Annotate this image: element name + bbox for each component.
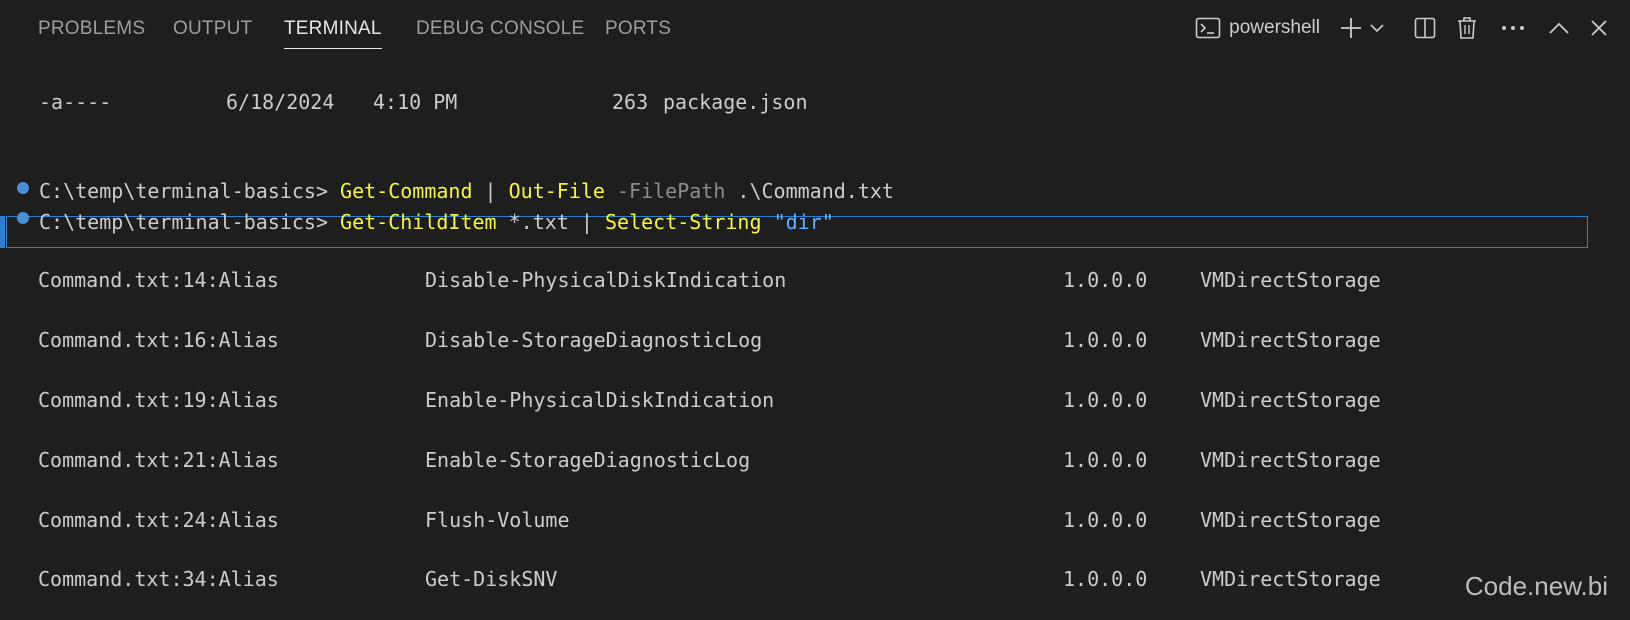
- result-name: Disable-PhysicalDiskIndication: [425, 268, 787, 292]
- trash-icon: [1457, 16, 1477, 40]
- chevron-down-icon: [1370, 23, 1384, 33]
- result-module: VMDirectStorage: [1200, 328, 1381, 352]
- tab-output[interactable]: OUTPUT: [173, 14, 252, 44]
- command-decoration-dot[interactable]: [17, 182, 29, 194]
- result-match: Command.txt:14:Alias: [38, 268, 279, 292]
- cmdlet-token: Get-ChildItem: [340, 210, 497, 234]
- result-match: Command.txt:24:Alias: [38, 508, 279, 532]
- prompt-text: C:\temp\terminal-basics>: [39, 179, 328, 203]
- watermark-text: Code.new.bi: [1464, 571, 1608, 601]
- tab-terminal-label: TERMINAL: [284, 18, 382, 39]
- argument-token: *.txt: [508, 210, 569, 234]
- cmdlet-token: Out-File: [508, 179, 605, 203]
- result-name: Enable-PhysicalDiskIndication: [425, 388, 775, 412]
- result-match: Command.txt:21:Alias: [38, 448, 279, 472]
- split-icon: [1414, 17, 1436, 39]
- result-module: VMDirectStorage: [1200, 508, 1381, 532]
- result-match: Command.txt:34:Alias: [38, 567, 279, 591]
- tab-ports[interactable]: PORTS: [605, 14, 671, 44]
- kill-terminal-button[interactable]: [1446, 10, 1488, 46]
- terminal-profile-selector[interactable]: powershell: [1195, 10, 1338, 46]
- result-version: 1.0.0.0: [1063, 508, 1148, 532]
- maximize-panel-button[interactable]: [1538, 10, 1580, 46]
- result-name: Flush-Volume: [425, 508, 570, 532]
- listing-mode: -a----: [39, 90, 112, 114]
- more-actions-button[interactable]: [1488, 10, 1538, 46]
- prompt-text: C:\temp\terminal-basics>: [39, 210, 328, 234]
- result-version: 1.0.0.0: [1063, 448, 1148, 472]
- plus-icon: [1340, 17, 1362, 39]
- string-token: "dir": [773, 210, 834, 234]
- tab-terminal[interactable]: TERMINAL: [284, 14, 382, 49]
- listing-name: package.json: [663, 90, 808, 114]
- result-version: 1.0.0.0: [1063, 268, 1148, 292]
- result-name: Get-DiskSNV: [425, 567, 558, 591]
- result-module: VMDirectStorage: [1200, 567, 1381, 591]
- panel-tab-bar: PROBLEMS OUTPUT TERMINAL DEBUG CONSOLE P…: [0, 0, 1630, 56]
- split-terminal-button[interactable]: [1404, 10, 1446, 46]
- result-version: 1.0.0.0: [1063, 388, 1148, 412]
- cmdlet-token: Get-Command: [340, 179, 473, 203]
- terminal-shell-icon: [1195, 17, 1221, 39]
- result-module: VMDirectStorage: [1200, 388, 1381, 412]
- panel-actions: powershell: [1195, 10, 1618, 46]
- command-line: C:\temp\terminal-basics> Get-ChildItem *…: [39, 209, 834, 235]
- cmdlet-token: Select-String: [604, 210, 762, 234]
- close-panel-button[interactable]: [1580, 10, 1618, 46]
- result-module: VMDirectStorage: [1200, 268, 1381, 292]
- active-tab-indicator: [284, 48, 382, 49]
- terminal-output[interactable]: -a---- 6/18/2024 4:10 PM 263 package.jso…: [0, 56, 1630, 620]
- pipe-token: |: [484, 179, 497, 203]
- result-module: VMDirectStorage: [1200, 448, 1381, 472]
- argument-token: .\Command.txt: [737, 179, 894, 203]
- selected-command-bar: [0, 216, 5, 248]
- listing-date: 6/18/2024: [226, 90, 335, 114]
- parameter-token: -FilePath: [617, 179, 726, 203]
- tab-debug-console[interactable]: DEBUG CONSOLE: [416, 14, 584, 44]
- tab-problems[interactable]: PROBLEMS: [38, 14, 145, 44]
- result-name: Disable-StorageDiagnosticLog: [425, 328, 763, 352]
- listing-time: 4:10 PM: [373, 90, 458, 114]
- result-match: Command.txt:16:Alias: [38, 328, 279, 352]
- new-terminal-button[interactable]: [1338, 10, 1364, 46]
- result-version: 1.0.0.0: [1063, 567, 1148, 591]
- terminal-panel: PROBLEMS OUTPUT TERMINAL DEBUG CONSOLE P…: [0, 0, 1630, 620]
- result-name: Enable-StorageDiagnosticLog: [425, 448, 751, 472]
- result-match: Command.txt:19:Alias: [38, 388, 279, 412]
- listing-size: 263: [612, 90, 649, 114]
- close-icon: [1590, 19, 1608, 37]
- chevron-up-icon: [1548, 21, 1570, 35]
- result-version: 1.0.0.0: [1063, 328, 1148, 352]
- command-decoration-dot[interactable]: [17, 212, 29, 224]
- terminal-shell-name: powershell: [1229, 17, 1320, 38]
- more-icon: [1501, 25, 1525, 31]
- command-line: C:\temp\terminal-basics> Get-Command | O…: [39, 178, 894, 204]
- launch-profile-dropdown[interactable]: [1364, 10, 1390, 46]
- pipe-token: |: [580, 210, 593, 234]
